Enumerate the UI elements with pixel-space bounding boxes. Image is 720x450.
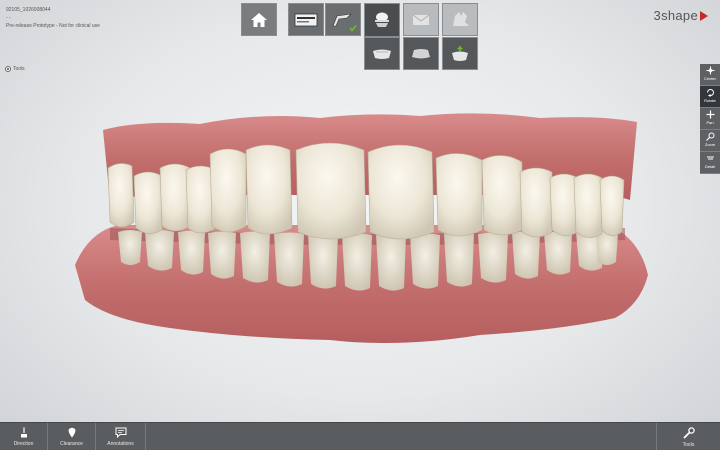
bottom-toolbar: Direction Clearance Annotations Tools [0, 422, 720, 450]
rotate-icon [706, 89, 714, 97]
pan-icon [706, 110, 714, 119]
detail-label: Detail [704, 164, 716, 169]
direction-label: Direction [13, 441, 34, 447]
rotate-button[interactable]: Rotate [700, 86, 720, 108]
clearance-icon [68, 427, 75, 438]
zoom-button[interactable]: Zoom [700, 130, 720, 152]
center-button[interactable]: Center [700, 64, 720, 86]
detail-button[interactable]: Detail [700, 152, 720, 174]
pan-label: Pan [706, 120, 714, 125]
direction-button[interactable]: Direction [0, 423, 48, 450]
zoom-icon [705, 132, 714, 141]
tools-button[interactable]: Tools [656, 423, 720, 450]
center-icon [706, 66, 714, 75]
dental-scan-3d[interactable] [0, 0, 720, 450]
annotations-button[interactable]: Annotations [96, 423, 146, 450]
detail-icon [706, 156, 714, 160]
annotations-label: Annotations [107, 441, 134, 447]
annotations-icon [115, 427, 126, 438]
center-label: Center [703, 76, 716, 81]
clearance-label: Clearance [60, 441, 83, 447]
clearance-button[interactable]: Clearance [48, 423, 96, 450]
wrench-icon [682, 427, 695, 439]
zoom-label: Zoom [704, 142, 716, 147]
tools-label: Tools [682, 442, 695, 448]
direction-icon [20, 427, 27, 438]
rotate-label: Rotate [704, 98, 716, 103]
pan-button[interactable]: Pan [700, 108, 720, 130]
